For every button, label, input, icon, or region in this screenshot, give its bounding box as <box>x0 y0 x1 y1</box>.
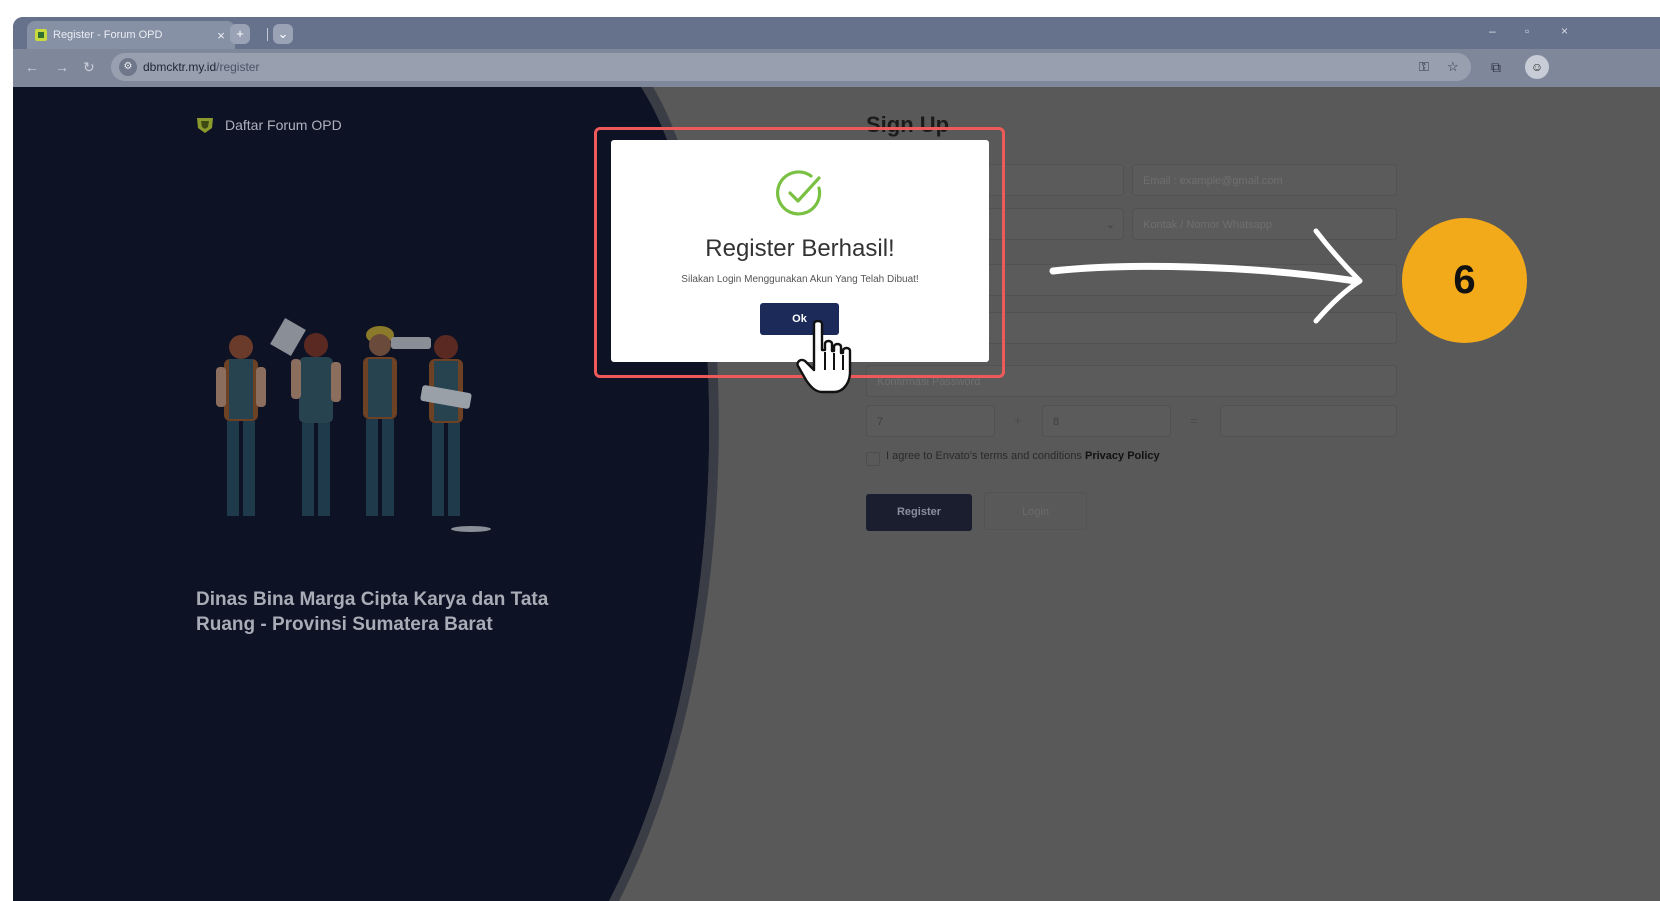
address-bar[interactable]: ⚙ dbmcktr.my.id/register ⚿ ☆ <box>111 53 1471 81</box>
agree-checkbox[interactable] <box>866 452 880 466</box>
site-favicon-icon <box>35 29 47 41</box>
tab-divider <box>267 28 268 41</box>
reload-icon[interactable]: ↻ <box>83 59 95 76</box>
pointer-arrow-icon <box>1049 228 1363 324</box>
register-button[interactable]: Register <box>866 494 972 531</box>
password-key-icon[interactable]: ⚿ <box>1419 59 1429 75</box>
profile-avatar[interactable]: ☺ <box>1525 55 1549 79</box>
window-close-icon[interactable]: × <box>1561 24 1568 38</box>
privacy-policy-link[interactable]: Privacy Policy <box>1085 450 1160 462</box>
hand-cursor-icon <box>796 320 852 394</box>
url-text[interactable]: dbmcktr.my.id/register <box>143 60 259 74</box>
email-field[interactable]: Email : example@gmail.com <box>1132 164 1397 196</box>
bookmark-star-icon[interactable]: ☆ <box>1447 59 1459 75</box>
minimize-icon[interactable]: – <box>1489 24 1496 38</box>
tab-search-button[interactable]: ⌄ <box>273 24 293 44</box>
tab-close-icon[interactable]: × <box>213 28 229 43</box>
back-icon[interactable]: ← <box>25 59 39 75</box>
captcha-answer-field[interactable] <box>1220 405 1397 437</box>
new-tab-button[interactable]: + <box>230 24 250 44</box>
captcha-first-number: 7 <box>866 405 995 437</box>
step-badge: 6 <box>1402 218 1527 343</box>
captcha-plus-sign: + <box>1014 413 1022 428</box>
extensions-icon[interactable]: ⧉ <box>1491 59 1501 76</box>
brand-logo-icon <box>197 118 213 133</box>
url-path: /register <box>216 60 260 74</box>
brand: Daftar Forum OPD <box>196 116 342 134</box>
agree-terms-text: I agree to Envato's terms and conditions <box>886 450 1082 462</box>
brand-text: Daftar Forum OPD <box>225 117 342 133</box>
workers-illustration <box>216 318 491 532</box>
browser-tab[interactable]: Register - Forum OPD × <box>27 21 235 49</box>
agency-tagline: Dinas Bina Marga Cipta Karya dan Tata Ru… <box>196 589 549 635</box>
url-domain: dbmcktr.my.id <box>143 60 217 74</box>
login-button[interactable]: Login <box>984 492 1087 530</box>
browser-toolbar: ← → ↻ ⚙ dbmcktr.my.id/register ⚿ ☆ ⧉ ☺ <box>13 49 1660 87</box>
site-info-icon[interactable]: ⚙ <box>119 58 137 76</box>
restore-icon[interactable]: ▫ <box>1525 24 1529 38</box>
agree-text: I agree to Envato's terms and conditions… <box>886 450 1160 462</box>
forward-icon[interactable]: → <box>55 59 69 75</box>
tab-bar: Register - Forum OPD × + ⌄ – ▫ × <box>13 17 1660 49</box>
captcha-equals-sign: = <box>1190 413 1198 428</box>
captcha-second-number: 8 <box>1042 405 1171 437</box>
tab-title: Register - Forum OPD <box>53 29 163 41</box>
